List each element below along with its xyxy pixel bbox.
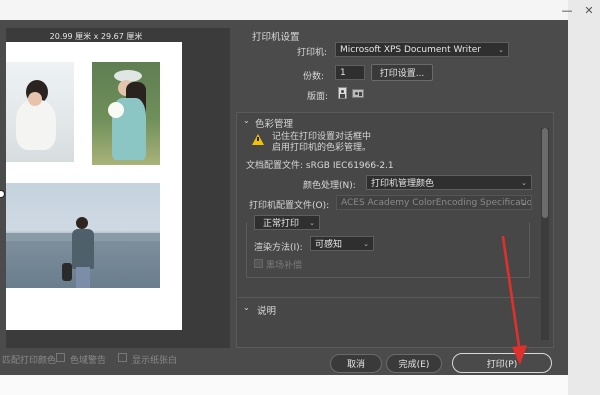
- gamut-warning-checkbox[interactable]: [56, 353, 65, 362]
- section-divider: [238, 297, 540, 298]
- black-point-label[interactable]: 黑场补偿: [266, 258, 302, 271]
- chevron-down-icon: ⌄: [363, 239, 369, 248]
- warning-icon: [252, 134, 264, 145]
- color-handling-label: 颜色处理(N):: [303, 181, 356, 191]
- scrollbar-thumb[interactable]: [542, 128, 548, 218]
- printer-profile-value: ACES Academy ColorEncoding Specification…: [341, 197, 532, 208]
- cancel-button[interactable]: 取消: [330, 354, 382, 373]
- chevron-down-icon: ⌄: [498, 45, 504, 54]
- collapse-arrow-icon[interactable]: ⌄: [243, 116, 250, 125]
- title-bar: — ✕: [0, 0, 594, 20]
- chevron-down-icon: ⌄: [521, 178, 527, 187]
- printer-select[interactable]: Microsoft XPS Document Writer ⌄: [335, 42, 509, 57]
- rendering-intent-value: 可感知: [315, 240, 343, 250]
- rendering-intent-select[interactable]: 可感知 ⌄: [310, 236, 374, 251]
- document-profile: 文档配置文件: sRGB IEC61966-2.1: [246, 161, 394, 171]
- printer-settings-title: 打印机设置: [252, 32, 300, 43]
- show-paper-white-checkbox[interactable]: [118, 353, 127, 362]
- description-title[interactable]: 说明: [257, 303, 276, 317]
- color-management-title[interactable]: 色彩管理: [255, 116, 293, 130]
- layout-label: 版面:: [307, 92, 329, 102]
- chevron-down-icon: ⌄: [521, 198, 527, 207]
- landscape-layout-icon[interactable]: [352, 89, 364, 98]
- printer-select-value: Microsoft XPS Document Writer: [340, 44, 481, 55]
- preview-options: 匹配打印颜色 色域警告 显示纸张白: [0, 348, 236, 366]
- show-paper-white-option[interactable]: 显示纸张白: [132, 353, 177, 366]
- rendering-intent-label: 渲染方法(I):: [254, 243, 303, 253]
- color-handling-select[interactable]: 打印机管理颜色 ⌄: [366, 175, 532, 190]
- warning-text-line2: 启用打印机的色彩管理。: [272, 143, 372, 153]
- done-button[interactable]: 完成(E): [386, 354, 442, 373]
- background-strip: [0, 375, 568, 395]
- close-icon[interactable]: ✕: [578, 0, 600, 20]
- match-print-colors-option[interactable]: 匹配打印颜色: [2, 353, 56, 366]
- collapse-arrow-icon[interactable]: ⌄: [243, 303, 250, 312]
- copies-input[interactable]: 1: [335, 65, 365, 80]
- portrait-layout-icon[interactable]: [338, 87, 347, 99]
- printer-profile-label: 打印机配置文件(O):: [249, 201, 330, 211]
- copies-label: 份数:: [303, 72, 325, 82]
- paper-dimensions: 20.99 厘米 x 29.67 厘米: [49, 32, 143, 41]
- photo-thumbnail-3[interactable]: [6, 183, 160, 288]
- printer-label: 打印机:: [297, 48, 328, 58]
- red-arrow-annotation: [501, 235, 527, 365]
- window-controls: — ✕: [530, 0, 600, 20]
- black-point-checkbox[interactable]: [254, 259, 263, 268]
- photo-thumbnail-2[interactable]: [92, 62, 160, 165]
- color-handling-value: 打印机管理颜色: [371, 179, 435, 189]
- minimize-icon[interactable]: —: [556, 0, 578, 20]
- printer-profile-select[interactable]: ACES Academy ColorEncoding Specification…: [336, 195, 532, 210]
- print-settings-button[interactable]: 打印设置...: [371, 64, 433, 81]
- paper-preview: [6, 42, 182, 330]
- photo-thumbnail-1[interactable]: [6, 62, 74, 162]
- gamut-warning-option[interactable]: 色域警告: [70, 353, 106, 366]
